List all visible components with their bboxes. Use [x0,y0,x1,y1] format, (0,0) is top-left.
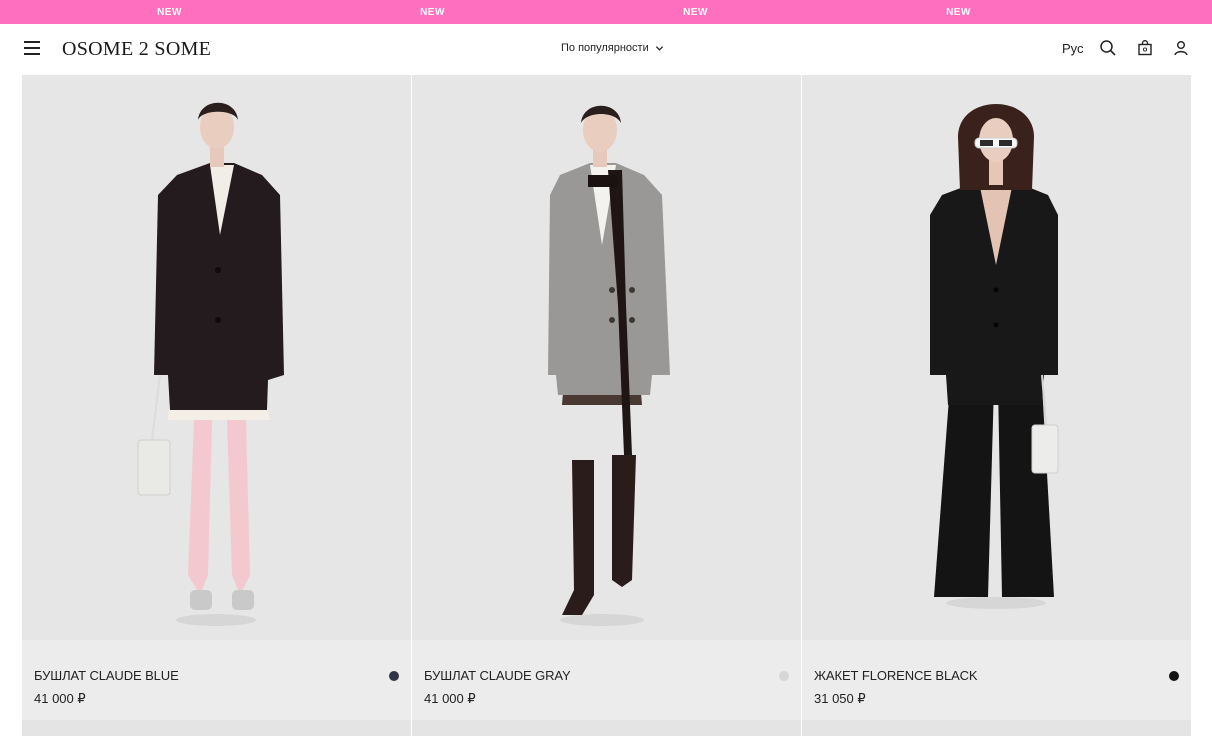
user-icon[interactable] [1172,39,1190,57]
product-name[interactable]: ЖАКЕТ FLORENCE BLACK [814,668,978,683]
menu-icon[interactable] [24,41,40,55]
chevron-down-icon [655,45,663,51]
marquee-item: NEW [420,6,445,18]
next-row-preview [412,720,801,736]
color-swatch[interactable] [1169,671,1179,681]
marquee-item: NEW [946,6,971,18]
marquee-item: NEW [157,6,182,18]
color-swatch[interactable] [779,671,789,681]
product-card[interactable]: ЖАКЕТ FLORENCE BLACK 31 050 ₽ [802,75,1191,736]
product-info: ЖАКЕТ FLORENCE BLACK 31 050 ₽ [802,640,1191,720]
sort-label: По популярности [561,42,649,54]
promo-marquee: NEW NEW NEW NEW [0,0,1212,24]
product-info: БУШЛАТ CLAUDE GRAY 41 000 ₽ [412,640,801,720]
product-image[interactable] [412,75,801,640]
product-card[interactable]: БУШЛАТ CLAUDE BLUE 41 000 ₽ [22,75,411,736]
product-name[interactable]: БУШЛАТ CLAUDE BLUE [34,668,179,683]
product-grid: БУШЛАТ CLAUDE BLUE 41 000 ₽ БУШЛАТ CLAUD… [22,75,1191,736]
color-swatch[interactable] [389,671,399,681]
site-logo[interactable]: OSOME 2 SOME [62,38,211,61]
product-info: БУШЛАТ CLAUDE BLUE 41 000 ₽ [22,640,411,720]
product-price: 31 050 ₽ [814,691,866,706]
product-price: 41 000 ₽ [34,691,86,706]
search-icon[interactable] [1099,39,1117,57]
language-switcher[interactable]: Рус [1062,41,1084,56]
product-image[interactable] [22,75,411,640]
product-price: 41 000 ₽ [424,691,476,706]
sort-dropdown[interactable]: По популярности [561,42,664,54]
next-row-preview [22,720,411,736]
next-row-preview [802,720,1191,736]
marquee-item: NEW [683,6,708,18]
site-header: OSOME 2 SOME По популярности Рус [0,24,1212,75]
bag-icon[interactable] [1136,39,1154,57]
product-card[interactable]: БУШЛАТ CLAUDE GRAY 41 000 ₽ [412,75,801,736]
product-image[interactable] [802,75,1191,640]
product-name[interactable]: БУШЛАТ CLAUDE GRAY [424,668,571,683]
